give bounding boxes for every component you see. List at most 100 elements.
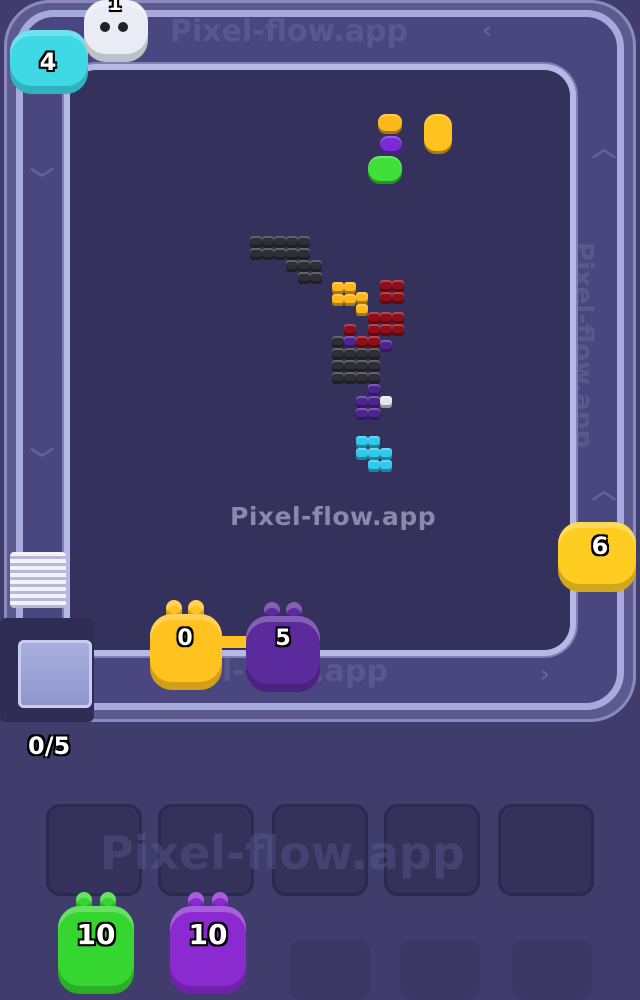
eye-icon (118, 22, 128, 32)
waiting-shooter-green[interactable]: 10 (56, 892, 136, 996)
pixel-block (298, 272, 310, 284)
pixel-block (356, 396, 368, 408)
queue-hole (512, 940, 592, 1000)
pixel-block (380, 280, 392, 292)
shooter-count: 10 (188, 918, 228, 951)
track-watermark-top: Pixel-flow.app (170, 14, 408, 49)
chevron-left-icon: ‹ (482, 16, 492, 44)
pixel-block (368, 448, 380, 460)
pixel-block (368, 408, 380, 420)
pixel-block (310, 260, 322, 272)
queue-hole (400, 940, 480, 1000)
pixel-block (286, 260, 298, 272)
shooter-yellow-bottom[interactable]: 0 (148, 600, 224, 692)
pixel-block (356, 436, 368, 448)
pixel-block (250, 248, 262, 260)
pixel-block (344, 294, 356, 306)
pixel-block (380, 396, 392, 408)
pixel-block (356, 292, 368, 304)
pixel-block (286, 248, 298, 260)
pixel-block (332, 348, 344, 360)
pixel-block (356, 372, 368, 384)
pixel-block (392, 292, 404, 304)
flying-yellow-piece (378, 114, 402, 134)
chevron-down-icon: ﹀ (30, 166, 54, 194)
pixel-block (380, 292, 392, 304)
queue-hole (290, 940, 370, 1000)
conveyor-ramp (10, 552, 66, 608)
shooter-yellow-right[interactable]: 6 (552, 516, 638, 596)
shooter-count: 1 (108, 0, 122, 15)
pixel-block (344, 360, 356, 372)
pixel-block (344, 372, 356, 384)
chevron-up-icon: ︿ (592, 134, 616, 162)
pixel-block (356, 304, 368, 316)
pixel-block (344, 324, 356, 336)
pixel-block (368, 324, 380, 336)
pixel-block (344, 348, 356, 360)
pixel-block (274, 236, 286, 248)
pixel-block (262, 248, 274, 260)
chevron-up-icon: ︿ (592, 476, 616, 504)
waiting-shooter-purple[interactable]: 10 (168, 892, 248, 996)
pixel-block (344, 336, 356, 348)
pixel-block (356, 360, 368, 372)
pixel-block (298, 236, 310, 248)
pixel-block (356, 448, 368, 460)
track-watermark-right: Pixel-flow.app (568, 241, 599, 449)
pixel-block (368, 348, 380, 360)
pixel-block (332, 294, 344, 306)
pixel-block (380, 312, 392, 324)
pixel-block (250, 236, 262, 248)
pixel-block (310, 272, 322, 284)
pixel-block (298, 260, 310, 272)
pixel-block (368, 384, 380, 396)
shooter-count: 6 (591, 532, 609, 560)
pixel-block (392, 324, 404, 336)
pixel-block (274, 248, 286, 260)
pixel-block (392, 280, 404, 292)
pixel-block (380, 324, 392, 336)
pixel-block (368, 336, 380, 348)
pixel-block (380, 460, 392, 472)
dispenser-slot[interactable] (18, 640, 92, 708)
flying-yellow-character (424, 114, 452, 154)
pixel-block (332, 360, 344, 372)
pixel-block (332, 282, 344, 294)
chevron-right-icon: › (540, 660, 550, 688)
pixel-block (356, 408, 368, 420)
pixel-block (356, 336, 368, 348)
shooter-count: 5 (275, 626, 291, 651)
pixel-block (332, 372, 344, 384)
queue-slot[interactable] (498, 804, 594, 896)
pixel-block (368, 396, 380, 408)
flying-green-piece (368, 156, 402, 184)
shooter-purple-bottom[interactable]: 5 (244, 602, 322, 694)
pixel-block (368, 312, 380, 324)
pixel-block (356, 348, 368, 360)
shooter-white[interactable]: 1 (78, 0, 152, 66)
shooter-count: 4 (39, 48, 57, 76)
flying-purple-piece (380, 136, 402, 154)
pixel-block (380, 340, 392, 352)
pixel-block (392, 312, 404, 324)
shooter-count: 0 (177, 626, 193, 651)
game-stage: Pixel-flow.app Pixel-flow.app Pixel-flow… (0, 0, 640, 1000)
chevron-down-icon: ﹀ (30, 446, 54, 474)
pixel-block (262, 236, 274, 248)
slot-counter: 0/5 (28, 732, 71, 760)
pixel-block (344, 282, 356, 294)
pixel-block (368, 372, 380, 384)
pixel-block (286, 236, 298, 248)
pixel-block (368, 360, 380, 372)
shooter-count: 10 (76, 918, 116, 951)
pixel-block (368, 436, 380, 448)
pixel-block (298, 248, 310, 260)
pixel-board (70, 70, 570, 650)
pixel-block (368, 460, 380, 472)
board-watermark: Pixel-flow.app (230, 502, 437, 531)
pixel-block (380, 448, 392, 460)
eye-icon (100, 22, 110, 32)
slots-watermark: Pixel-flow.app (100, 826, 465, 880)
pixel-block (332, 336, 344, 348)
